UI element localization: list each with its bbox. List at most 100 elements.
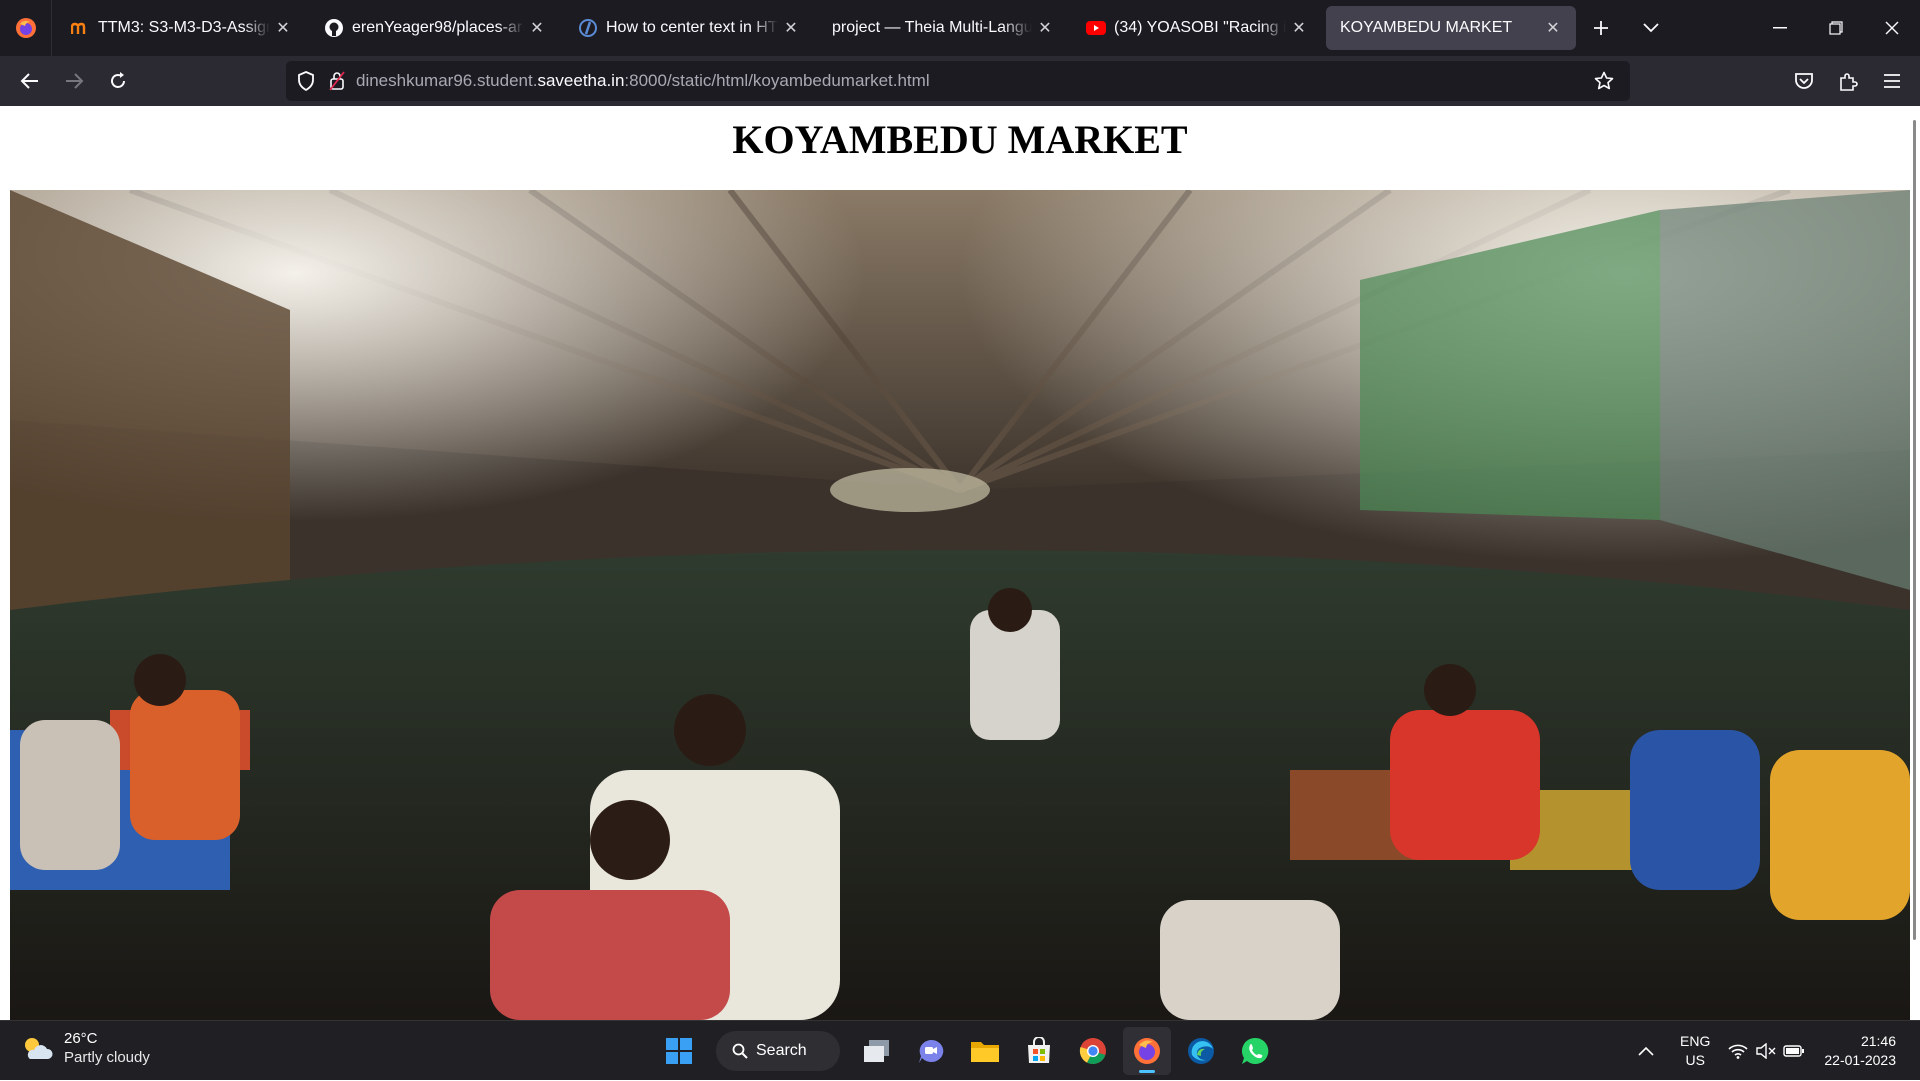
- reload-button[interactable]: [96, 59, 140, 103]
- page-heading: KOYAMBEDU MARKET: [732, 117, 1188, 162]
- chat-icon: [919, 1039, 944, 1063]
- edge-button[interactable]: [1177, 1027, 1225, 1075]
- weather-condition: Partly cloudy: [64, 1049, 150, 1066]
- windows-taskbar: 26°C Partly cloudy Search ENG US 21:46 2…: [0, 1020, 1920, 1080]
- close-tab-icon[interactable]: ✕: [1544, 18, 1562, 38]
- microsoft-store-button[interactable]: [1015, 1027, 1063, 1075]
- battery-icon[interactable]: [1780, 1031, 1808, 1071]
- restore-button[interactable]: [1808, 0, 1864, 56]
- toolbar-right: [1782, 59, 1914, 103]
- start-button[interactable]: [655, 1027, 703, 1075]
- show-hidden-icons-button[interactable]: [1626, 1031, 1666, 1071]
- weather-widget[interactable]: 26°C Partly cloudy: [20, 1029, 150, 1067]
- store-icon: [1028, 1037, 1050, 1063]
- tab-center-text[interactable]: How to center text in HTML ✕: [564, 6, 814, 50]
- firefox-taskbar-button[interactable]: [1123, 1027, 1171, 1075]
- wifi-icon[interactable]: [1724, 1031, 1752, 1071]
- lang-line1: ENG: [1680, 1033, 1711, 1049]
- new-tab-button[interactable]: [1576, 0, 1626, 56]
- app-menu-button[interactable]: [1870, 59, 1914, 103]
- taskbar-apps: Search: [652, 1027, 1282, 1075]
- back-arrow-icon: [20, 73, 38, 89]
- close-tab-icon[interactable]: ✕: [1290, 18, 1308, 38]
- tab-github[interactable]: erenYeager98/places-around ✕: [310, 6, 560, 50]
- teams-chat-button[interactable]: [907, 1027, 955, 1075]
- minimize-icon: [1773, 27, 1787, 29]
- extensions-button[interactable]: [1826, 59, 1870, 103]
- address-bar[interactable]: dineshkumar96.student.saveetha.in:8000/s…: [286, 61, 1630, 101]
- hamburger-menu-icon: [1884, 74, 1900, 88]
- bookmark-star-button[interactable]: [1584, 61, 1624, 101]
- market-photo: [10, 190, 1910, 1020]
- system-tray: ENG US 21:46 22-01-2023: [1626, 1021, 1920, 1081]
- github-icon: [324, 18, 344, 38]
- plus-icon: [1594, 21, 1608, 35]
- task-view-icon: [864, 1040, 889, 1062]
- list-all-tabs-button[interactable]: [1626, 0, 1676, 56]
- forward-arrow-icon: [66, 73, 84, 89]
- edge-icon: [1188, 1038, 1214, 1064]
- pocket-button[interactable]: [1782, 59, 1826, 103]
- clock-time: 21:46: [1860, 1033, 1896, 1049]
- tab-title: How to center text in HTML: [606, 19, 778, 36]
- volume-muted-icon[interactable]: [1752, 1031, 1780, 1071]
- close-icon: [1885, 21, 1899, 35]
- task-view-button[interactable]: [853, 1027, 901, 1075]
- input-language-indicator[interactable]: ENG US: [1680, 1032, 1710, 1070]
- star-icon: [1594, 71, 1614, 90]
- taskbar-search-button[interactable]: Search: [716, 1031, 840, 1071]
- tab-title: erenYeager98/places-around: [352, 19, 524, 36]
- browser-window: TTM3: S3-M3-D3-Assignment ✕ erenYeager98…: [0, 0, 1920, 1080]
- weather-temp: 26°C: [64, 1030, 98, 1047]
- page-scrollbar[interactable]: [1913, 120, 1916, 940]
- moodle-icon: [70, 18, 90, 38]
- insecure-lock-icon[interactable]: [326, 61, 348, 101]
- whatsapp-icon: [1241, 1037, 1269, 1064]
- url-text[interactable]: dineshkumar96.student.saveetha.in:8000/s…: [356, 71, 930, 91]
- url-path: :8000/static/html/koyambedumarket.html: [624, 71, 930, 90]
- forward-button[interactable]: [52, 59, 96, 103]
- pocket-icon: [1795, 73, 1813, 89]
- tab-moodle[interactable]: TTM3: S3-M3-D3-Assignment ✕: [56, 6, 306, 50]
- close-tab-icon[interactable]: ✕: [274, 18, 292, 38]
- lang-line2: US: [1685, 1052, 1705, 1068]
- firefox-menu-icon[interactable]: [0, 0, 52, 56]
- search-label: Search: [756, 1042, 807, 1059]
- minimize-button[interactable]: [1752, 0, 1808, 56]
- restore-icon: [1829, 21, 1843, 35]
- page-icon: [578, 18, 598, 38]
- chevron-down-icon: [1643, 23, 1659, 33]
- tab-youtube[interactable]: (34) YOASOBI "Racing into the night" ✕: [1072, 6, 1322, 50]
- chrome-icon: [1079, 1038, 1106, 1065]
- close-tab-icon[interactable]: ✕: [782, 18, 800, 38]
- tab-title: TTM3: S3-M3-D3-Assignment: [98, 19, 270, 36]
- puzzle-icon: [1840, 73, 1858, 91]
- windows-logo-icon: [666, 1038, 692, 1064]
- back-button[interactable]: [8, 59, 52, 103]
- taskbar-clock[interactable]: 21:46 22-01-2023: [1824, 1032, 1896, 1070]
- tab-koyambedu-market[interactable]: KOYAMBEDU MARKET ✕: [1326, 6, 1576, 50]
- close-window-button[interactable]: [1864, 0, 1920, 56]
- youtube-icon: [1086, 18, 1106, 38]
- market-photo-illustration: [10, 190, 1910, 1020]
- close-tab-icon[interactable]: ✕: [1036, 18, 1054, 38]
- clock-date: 22-01-2023: [1824, 1052, 1896, 1068]
- firefox-icon: [1134, 1038, 1160, 1064]
- chrome-button[interactable]: [1069, 1027, 1117, 1075]
- page-content: KOYAMBEDU MARKET: [0, 106, 1920, 1020]
- navigation-toolbar: dineshkumar96.student.saveetha.in:8000/s…: [0, 56, 1920, 106]
- file-explorer-button[interactable]: [961, 1027, 1009, 1075]
- tab-title: KOYAMBEDU MARKET: [1340, 19, 1513, 36]
- tracking-protection-shield-icon[interactable]: [286, 61, 326, 101]
- url-prefix: dineshkumar96.student.: [356, 71, 538, 90]
- tab-theia-project[interactable]: project — Theia Multi-Language ✕: [818, 6, 1068, 50]
- tab-strip: TTM3: S3-M3-D3-Assignment ✕ erenYeager98…: [0, 0, 1920, 56]
- close-tab-icon[interactable]: ✕: [528, 18, 546, 38]
- tab-title: project — Theia Multi-Language: [832, 19, 1032, 36]
- search-icon: [732, 1043, 748, 1059]
- url-domain: saveetha.in: [537, 71, 625, 90]
- chevron-up-icon: [1638, 1046, 1654, 1056]
- folder-icon: [971, 1042, 999, 1062]
- partly-cloudy-icon: [25, 1038, 53, 1059]
- whatsapp-button[interactable]: [1231, 1027, 1279, 1075]
